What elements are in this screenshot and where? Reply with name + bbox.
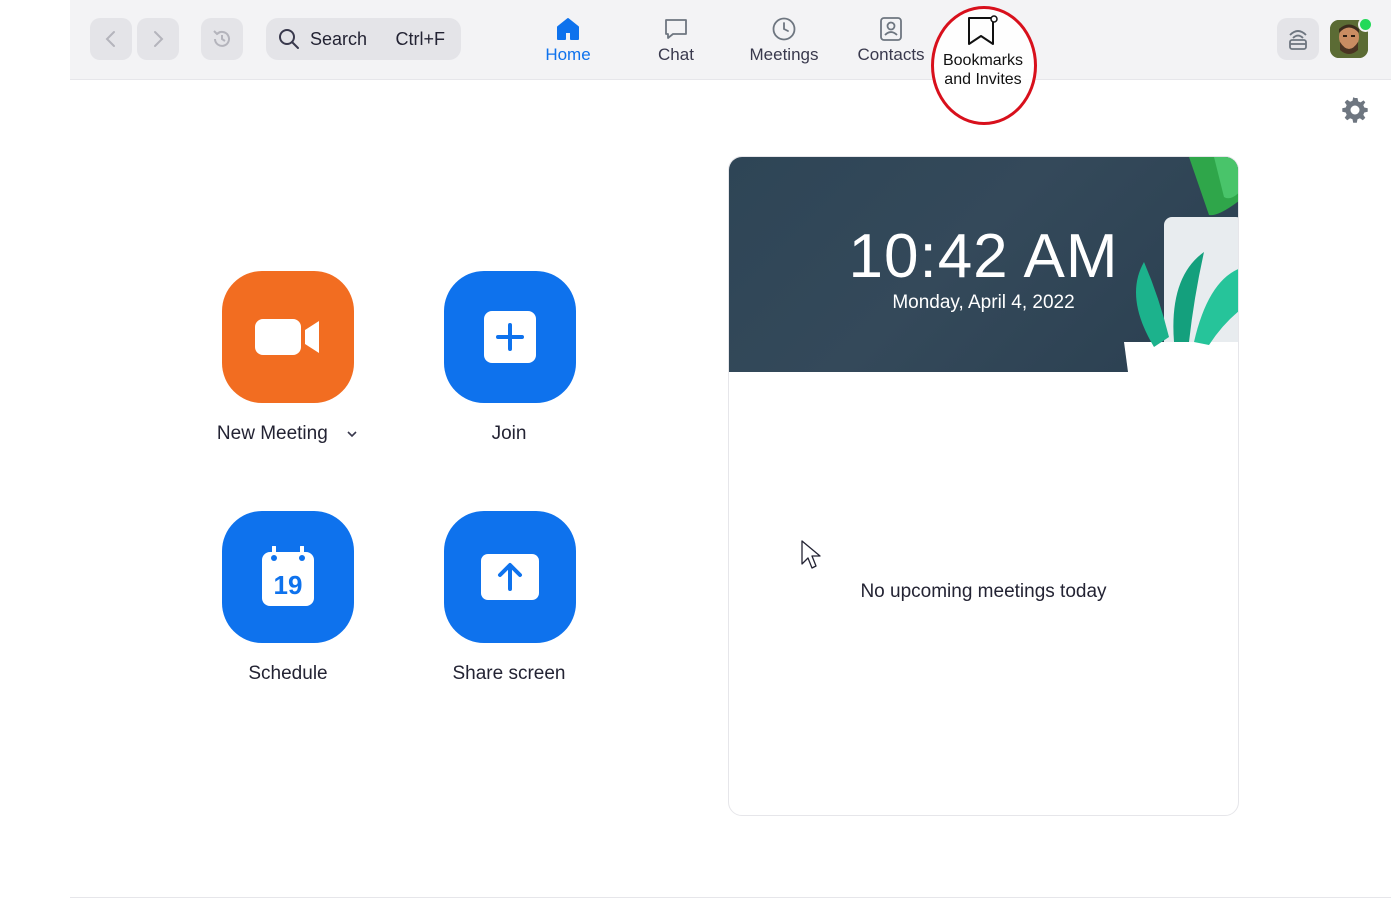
search-label: Search (310, 28, 368, 49)
tab-contacts-label: Contacts (857, 45, 925, 64)
new-meeting-label: New Meeting (216, 423, 328, 444)
calendar-icon: 19 (262, 546, 314, 606)
schedule-label: Schedule (248, 663, 328, 684)
forward-button[interactable] (137, 18, 179, 60)
plus-icon (484, 311, 536, 363)
tab-contacts[interactable]: Contacts (841, 16, 941, 65)
home-icon (518, 16, 618, 42)
cast-icon (1289, 30, 1307, 50)
history-clock-icon (213, 30, 230, 47)
contact-card-icon (841, 16, 941, 42)
upcoming-meetings-card: 10:42 AM Monday, April 4, 2022 No upcomi… (728, 156, 1239, 816)
current-date: Monday, April 4, 2022 (892, 292, 1075, 313)
empty-state-message: No upcoming meetings today (860, 581, 1107, 602)
history-button[interactable] (201, 18, 243, 60)
clock-banner: 10:42 AM Monday, April 4, 2022 (729, 157, 1238, 372)
tab-meetings[interactable]: Meetings (734, 16, 834, 65)
top-navigation-bar: Search Ctrl+F Home Chat Meetings Contact… (70, 0, 1391, 80)
chevron-down-icon[interactable] (345, 429, 359, 439)
bookmark-icon (931, 15, 1035, 47)
tab-home[interactable]: Home (518, 16, 618, 65)
share-screen-label: Share screen (452, 663, 566, 684)
settings-gear-icon[interactable] (1341, 96, 1369, 124)
search-shortcut: Ctrl+F (395, 28, 446, 49)
tab-chat-label: Chat (658, 45, 694, 64)
join-button[interactable] (444, 271, 576, 403)
chat-bubble-icon (626, 16, 726, 42)
share-screen-button[interactable] (444, 511, 576, 643)
search-icon (278, 28, 300, 50)
new-meeting-button[interactable] (222, 271, 354, 403)
chevron-right-icon (154, 31, 164, 47)
cast-button[interactable] (1277, 18, 1319, 60)
video-camera-icon (255, 319, 319, 355)
tab-bookmarks-and-invites[interactable]: Bookmarks and Invites (931, 6, 1037, 125)
tab-chat[interactable]: Chat (626, 16, 726, 65)
schedule-button[interactable]: 19 (222, 511, 354, 643)
back-button[interactable] (90, 18, 132, 60)
calendar-day-number: 19 (274, 570, 303, 600)
current-time: 10:42 AM (848, 222, 1119, 291)
mouse-cursor-icon (801, 540, 821, 569)
upload-arrow-icon (481, 554, 539, 600)
chevron-left-icon (105, 31, 115, 47)
window-bottom-divider (70, 897, 1391, 898)
zoom-home-window: Search Ctrl+F Home Chat Meetings Contact… (70, 0, 1391, 900)
tab-bookmarks-label: Bookmarks and Invites (942, 52, 1024, 88)
tab-meetings-label: Meetings (749, 45, 819, 64)
clock-icon (734, 16, 834, 42)
search-box[interactable]: Search Ctrl+F (266, 18, 461, 60)
new-meeting-label-row: New Meeting (178, 423, 398, 445)
presence-indicator (1358, 17, 1373, 32)
tab-home-label: Home (545, 45, 591, 64)
join-label: Join (491, 423, 527, 444)
